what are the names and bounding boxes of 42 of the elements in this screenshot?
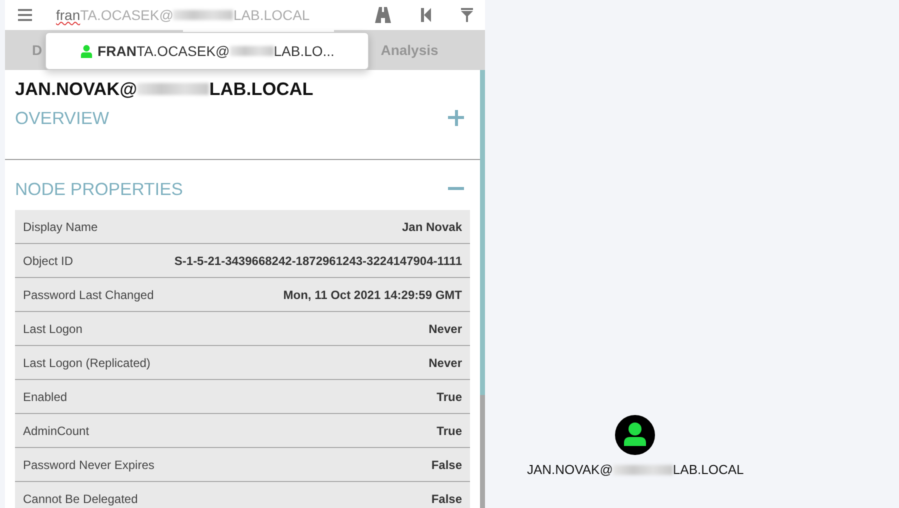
property-label: Object ID: [23, 254, 74, 268]
property-value: S-1-5-21-3439668242-1872961243-3224147904-1111: [174, 254, 462, 268]
skip-back-icon[interactable]: [421, 8, 431, 22]
suggestion-text: FRANTA.OCASEK@: [98, 43, 230, 59]
autocomplete-text: TA.OCASEK@: [80, 7, 174, 23]
property-value: True: [436, 424, 462, 438]
property-value: Mon, 11 Oct 2021 14:29:59 GMT: [283, 288, 462, 302]
node-label: LAB.LOCAL: [672, 462, 744, 477]
suggestion-text: LAB.LO...: [274, 43, 334, 59]
property-label: Last Logon: [23, 322, 82, 336]
section-title[interactable]: OVERVIEW: [15, 108, 110, 128]
redacted-text: [612, 464, 673, 474]
typed-text: fran: [56, 7, 80, 23]
expand-icon[interactable]: [448, 110, 464, 126]
node-title: JAN.NOVAK@: [15, 78, 138, 100]
property-label: Display Name: [23, 220, 98, 234]
road-icon[interactable]: [375, 7, 391, 23]
autocomplete-text: LAB.LOCAL: [233, 7, 310, 23]
property-label: Password Never Expires: [23, 458, 154, 472]
property-label: Cannot Be Delegated: [23, 492, 138, 506]
suggestion-item[interactable]: FRANTA.OCASEK@ LAB.LO...: [80, 43, 334, 59]
filter-icon[interactable]: [461, 8, 473, 22]
section-title[interactable]: NODE PROPERTIES: [15, 178, 183, 200]
property-value: False: [431, 458, 462, 472]
property-value: True: [436, 390, 462, 404]
property-label: Enabled: [23, 390, 68, 404]
property-label: AdminCount: [23, 424, 90, 438]
node-label: JAN.NOVAK@: [527, 462, 613, 477]
property-label: Last Logon (Replicated): [23, 356, 150, 370]
property-label: Password Last Changed: [23, 288, 154, 302]
user-node-icon[interactable]: [615, 415, 656, 455]
scrollbar-thumb[interactable]: [480, 70, 485, 395]
node-title: LAB.LOCAL: [209, 78, 314, 100]
menu-icon[interactable]: [18, 9, 32, 21]
property-value: Never: [428, 356, 462, 370]
redacted-text: [173, 10, 234, 20]
user-icon: [80, 44, 93, 58]
redacted-text: [230, 46, 274, 56]
property-value: Never: [428, 322, 462, 336]
property-value: Jan Novak: [402, 220, 462, 234]
property-value: False: [431, 492, 462, 506]
scrollbar[interactable]: [480, 70, 485, 508]
